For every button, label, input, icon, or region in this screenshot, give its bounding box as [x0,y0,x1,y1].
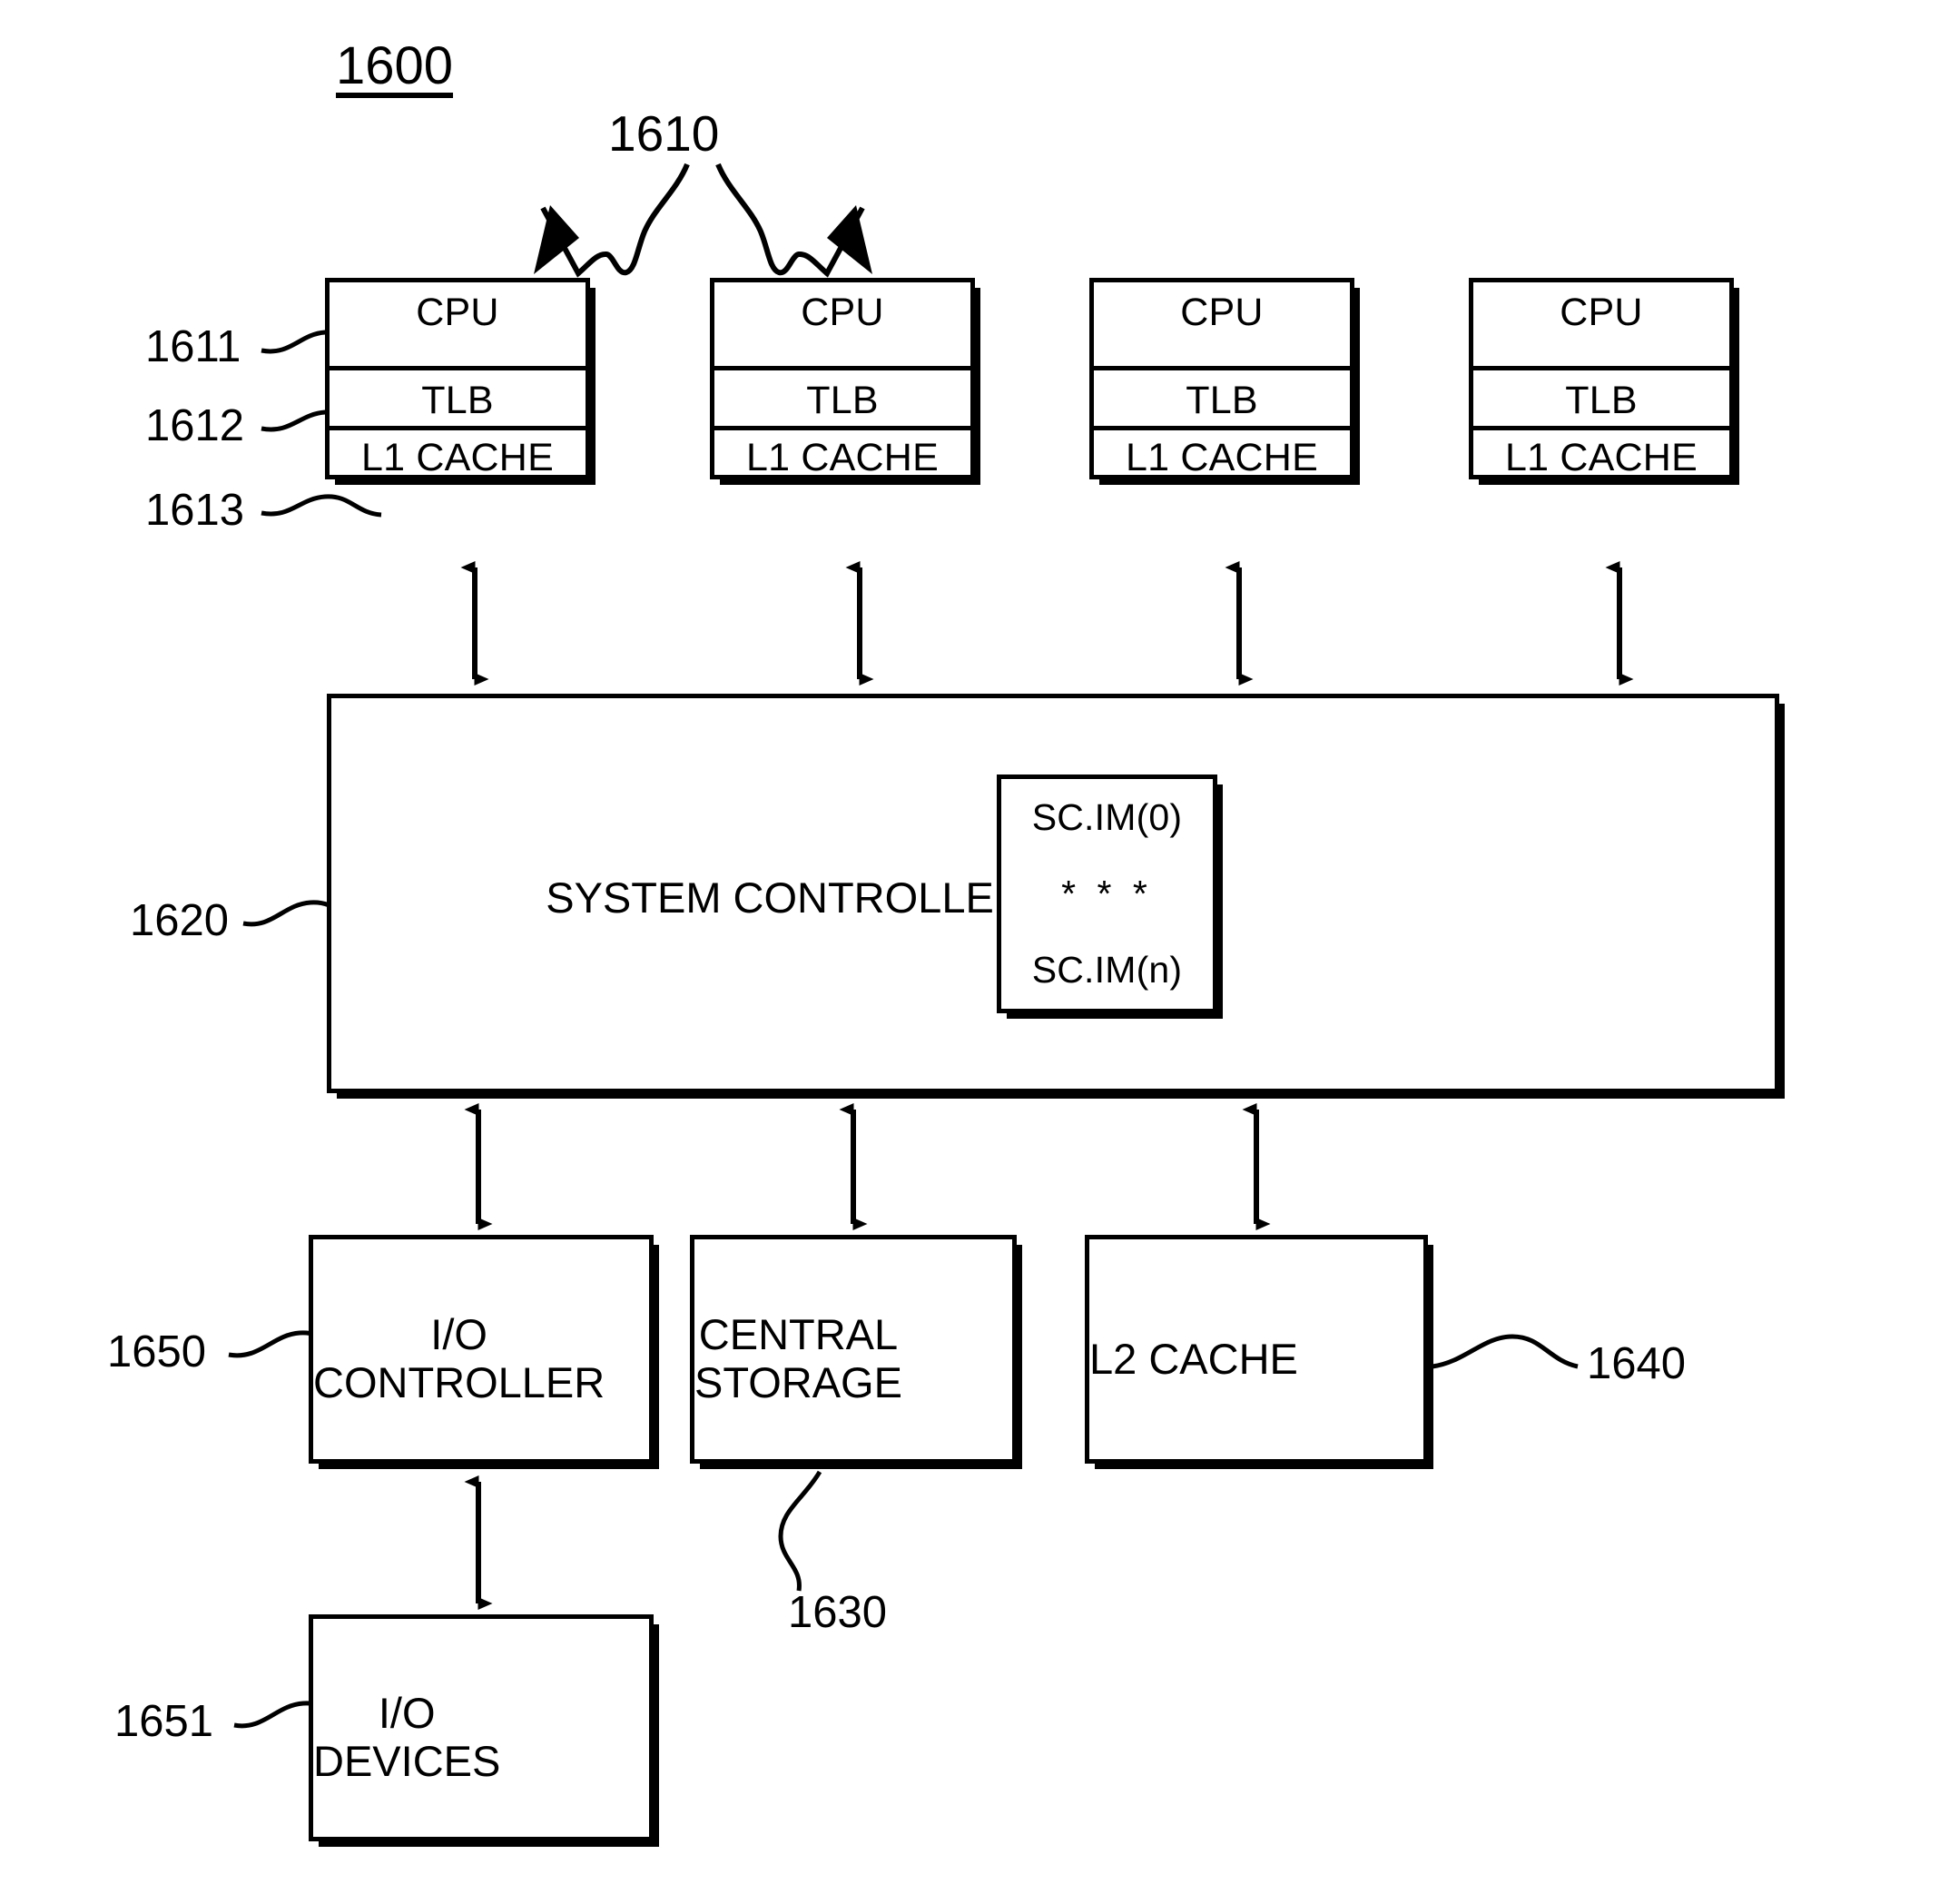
tlb-section: TLB [1473,366,1729,426]
sc-im-row-label: SC.IM(n) [1031,949,1183,991]
sc-im-row-label: SC.IM(0) [1031,795,1183,838]
l1-cache-label: L1 CACHE [1126,436,1318,479]
ref-1650: 1650 [107,1327,207,1376]
l1-cache-label: L1 CACHE [361,436,554,479]
central-storage-label: CENTRAL STORAGE [694,1291,902,1406]
cpu-section: CPU [1094,282,1350,366]
ref-1611: 1611 [145,322,241,371]
cpu-block-2[interactable]: CPU TLB L1 CACHE [710,278,980,485]
tlb-label: TLB [806,379,879,422]
l1-cache-section: L1 CACHE [330,426,586,479]
central-storage-block[interactable]: CENTRAL STORAGE [690,1235,1022,1469]
cpu-sc-arrows [460,561,1634,686]
l1-cache-section: L1 CACHE [1094,426,1350,479]
leader-1610-arrowheads [534,205,872,274]
ref-1640: 1640 [1587,1339,1687,1388]
ref-1620: 1620 [130,896,230,945]
io-controller-label-line1: I/O [430,1310,487,1359]
leader-1640 [1432,1334,1579,1369]
l1-cache-section: L1 CACHE [714,426,970,479]
tlb-section: TLB [714,366,970,426]
central-storage-label-line1: CENTRAL [698,1310,899,1359]
cpu-label: CPU [801,291,884,334]
l1-cache-label: L1 CACHE [1505,436,1698,479]
l2-cache-block[interactable]: L2 CACHE [1085,1235,1433,1469]
tlb-section: TLB [1094,366,1350,426]
io-controller-label: I/O CONTROLLER [313,1291,605,1406]
ref-1630: 1630 [788,1588,888,1637]
ref-1613: 1613 [145,486,245,535]
sc-im-row-n: SC.IM(n) [1001,932,1213,1009]
cpu-section: CPU [714,282,970,366]
ref-1651: 1651 [114,1697,214,1746]
leader-1610 [540,163,865,278]
cpu-section: CPU [1473,282,1729,366]
sc-im-array-block[interactable]: SC.IM(0) * * * SC.IM(n) [997,774,1223,1019]
sc-im-row-0: SC.IM(0) [1001,779,1213,855]
l1-cache-label: L1 CACHE [746,436,939,479]
tlb-label: TLB [1186,379,1258,422]
cpu-label: CPU [1180,291,1264,334]
io-devices-block[interactable]: I/O DEVICES [309,1614,659,1847]
leader-1630 [778,1470,822,1592]
sc-im-row-ellipsis: * * * [1001,855,1213,932]
io-controller-block[interactable]: I/O CONTROLLER [309,1235,659,1469]
ref-1610: 1610 [608,105,720,162]
cpu-block-4[interactable]: CPU TLB L1 CACHE [1469,278,1739,485]
io-devices-label: I/O DEVICES [313,1670,500,1785]
tlb-section: TLB [330,366,586,426]
l1-cache-section: L1 CACHE [1473,426,1729,479]
tlb-label: TLB [421,379,494,422]
l2-cache-label-line1: L2 CACHE [1089,1334,1298,1383]
figure-number: 1600 [336,36,454,95]
cpu-section: CPU [330,282,586,366]
cpu-label: CPU [416,291,499,334]
l2-cache-label: L2 CACHE [1089,1316,1298,1384]
patent-figure-canvas: 1600 1610 1611 1612 1613 1620 1621 1630 … [0,0,1949,1904]
io-devices-label-line1: I/O [378,1689,436,1738]
cpu-label: CPU [1560,291,1643,334]
cpu-block-3[interactable]: CPU TLB L1 CACHE [1089,278,1360,485]
ref-1612: 1612 [145,401,245,450]
central-storage-label-line2: STORAGE [694,1358,902,1406]
sc-im-ellipsis-label: * * * [1061,872,1153,914]
io-controller-label-line2: CONTROLLER [313,1358,605,1406]
cpu-block-1[interactable]: CPU TLB L1 CACHE [325,278,596,485]
sc-periphery-arrows [464,1103,1271,1230]
tlb-label: TLB [1565,379,1638,422]
io-devices-label-line2: DEVICES [313,1737,501,1785]
leader-1613 [261,494,382,518]
